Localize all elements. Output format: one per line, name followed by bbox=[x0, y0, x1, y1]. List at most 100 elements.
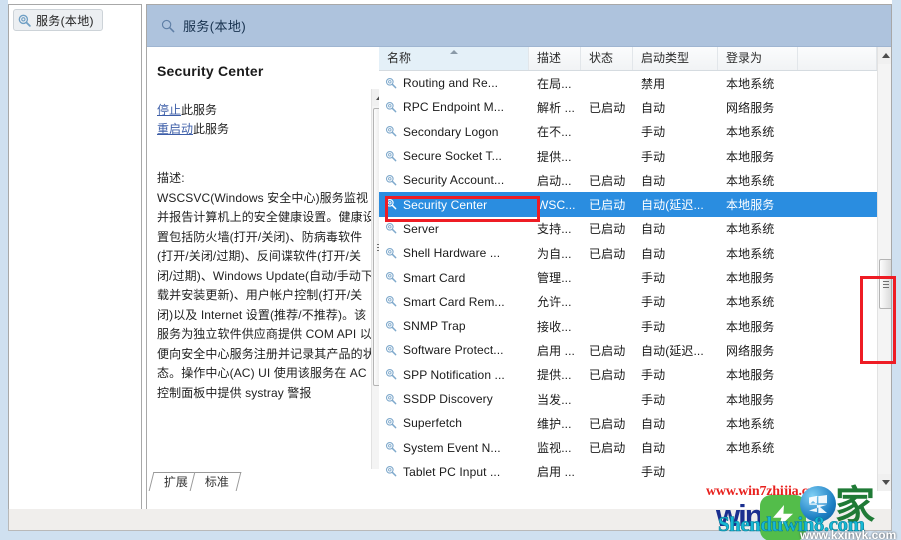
list-column-headers: 名称 描述 状态 启动类型 登录为 bbox=[379, 47, 891, 71]
cell-startup: 手动 bbox=[641, 465, 666, 480]
cell-startup: 手动 bbox=[641, 392, 666, 407]
stop-service-link[interactable]: 停止此服务 bbox=[157, 101, 229, 120]
list-scroll-up-button[interactable] bbox=[878, 47, 891, 64]
service-name-label: Security Center bbox=[403, 197, 488, 212]
cell-name: SSDP Discovery bbox=[379, 392, 529, 406]
service-name-label: SNMP Trap bbox=[403, 319, 466, 334]
table-row[interactable]: Tablet PC Input ... 启用 ... 手动 bbox=[379, 460, 891, 484]
tab-standard[interactable]: 标准 bbox=[189, 472, 242, 491]
service-name-label: Secondary Logon bbox=[403, 124, 499, 139]
service-gear-icon bbox=[385, 222, 398, 235]
cell-name: SPP Notification ... bbox=[379, 368, 529, 382]
table-row[interactable]: Secondary Logon 在不... 手动 本地系统 bbox=[379, 120, 891, 144]
column-header-启动类型[interactable]: 启动类型 bbox=[633, 47, 718, 70]
service-gear-icon bbox=[385, 295, 398, 308]
cell-startup: 自动(延迟... bbox=[641, 198, 704, 213]
service-name-label: Server bbox=[403, 221, 439, 236]
table-row[interactable]: SSDP Discovery 当发... 手动 本地服务 bbox=[379, 387, 891, 411]
service-gear-icon bbox=[385, 344, 398, 357]
cell-logon: 本地系统 bbox=[726, 441, 775, 456]
cell-startup: 自动(延迟... bbox=[641, 343, 704, 358]
cell-status: 已启动 bbox=[589, 246, 626, 261]
cell-startup: 手动 bbox=[641, 368, 666, 383]
table-row[interactable]: Superfetch 维护... 已启动 自动 本地系统 bbox=[379, 411, 891, 435]
cell-desc: 在不... bbox=[537, 125, 572, 140]
cell-desc: 监视... bbox=[537, 441, 572, 456]
table-row[interactable]: Routing and Re... 在局... 禁用 本地系统 bbox=[379, 71, 891, 95]
description-text: WSCSVC(Windows 安全中心)服务监视并报告计算机上的安全健康设置。健… bbox=[157, 190, 375, 400]
restart-service-link-rest: 此服务 bbox=[193, 122, 230, 136]
window-frame-right bbox=[892, 0, 901, 540]
table-row[interactable]: SPP Notification ... 提供... 已启动 手动 本地服务 bbox=[379, 363, 891, 387]
cell-logon: 本地系统 bbox=[726, 76, 775, 91]
service-name-label: SPP Notification ... bbox=[403, 367, 505, 382]
cell-desc: 解析 ... bbox=[537, 100, 575, 115]
service-name-label: Tablet PC Input ... bbox=[403, 464, 501, 479]
cell-desc: 启用 ... bbox=[537, 465, 575, 480]
cell-status: 已启动 bbox=[589, 441, 626, 456]
cell-logon: 本地服务 bbox=[726, 271, 775, 286]
table-row[interactable]: Server 支持... 已启动 自动 本地系统 bbox=[379, 217, 891, 241]
service-name-label: Routing and Re... bbox=[403, 76, 499, 91]
table-row[interactable]: RPC Endpoint M... 解析 ... 已启动 自动 网络服务 bbox=[379, 95, 891, 119]
cell-logon: 本地系统 bbox=[726, 222, 775, 237]
column-header-状态[interactable]: 状态 bbox=[581, 47, 633, 70]
cell-startup: 自动 bbox=[641, 441, 666, 456]
cell-name: Secondary Logon bbox=[379, 125, 529, 139]
cell-status: 已启动 bbox=[589, 368, 626, 383]
service-gear-icon bbox=[385, 101, 398, 114]
cell-startup: 自动 bbox=[641, 173, 666, 188]
chevron-up-icon bbox=[882, 53, 890, 58]
table-row[interactable]: Software Protect... 启用 ... 已启动 自动(延迟... 网络服务 bbox=[379, 338, 891, 362]
restart-service-link[interactable]: 重启动此服务 bbox=[157, 120, 229, 139]
table-row[interactable]: Security Account... 启动... 已启动 自动 本地系统 bbox=[379, 168, 891, 192]
service-name-label: Security Account... bbox=[403, 173, 505, 188]
tree-item-services-local[interactable]: 服务(本地) bbox=[13, 9, 103, 31]
service-name-label: Superfetch bbox=[403, 416, 463, 431]
table-row[interactable]: Smart Card 管理... 手动 本地服务 bbox=[379, 265, 891, 289]
cell-logon: 本地服务 bbox=[726, 392, 775, 407]
cell-name: Server bbox=[379, 222, 529, 236]
cell-name: Routing and Re... bbox=[379, 76, 529, 90]
table-row[interactable]: Security Center WSC... 已启动 自动(延迟... 本地服务 bbox=[379, 192, 891, 217]
cell-startup: 自动 bbox=[641, 100, 666, 115]
cell-desc: 支持... bbox=[537, 222, 572, 237]
cell-name: Superfetch bbox=[379, 416, 529, 430]
list-scrollbar[interactable] bbox=[877, 47, 891, 491]
cell-logon: 本地系统 bbox=[726, 246, 775, 261]
sort-ascending-icon bbox=[449, 50, 458, 54]
table-row[interactable]: Smart Card Rem... 允许... 手动 本地系统 bbox=[379, 290, 891, 314]
service-gear-icon bbox=[385, 150, 398, 163]
table-row[interactable]: System Event N... 监视... 已启动 自动 本地系统 bbox=[379, 435, 891, 459]
column-header-blank[interactable] bbox=[798, 47, 877, 70]
column-header-描述[interactable]: 描述 bbox=[529, 47, 581, 70]
cell-desc: 接收... bbox=[537, 319, 572, 334]
cell-logon: 本地系统 bbox=[726, 416, 775, 431]
detail-view-tabs: 扩展 标准 bbox=[147, 469, 387, 491]
cell-startup: 禁用 bbox=[641, 76, 666, 91]
service-name-label: System Event N... bbox=[403, 440, 501, 455]
service-gear-icon bbox=[385, 198, 398, 211]
list-scroll-down-button[interactable] bbox=[878, 474, 891, 491]
cell-status: 已启动 bbox=[589, 173, 626, 188]
description-label: 描述: bbox=[157, 171, 185, 185]
list-scroll-thumb[interactable] bbox=[879, 259, 891, 309]
cell-name: Smart Card bbox=[379, 271, 529, 285]
column-header-登录为[interactable]: 登录为 bbox=[718, 47, 798, 70]
page-title: Security Center bbox=[157, 63, 264, 79]
cell-name: Shell Hardware ... bbox=[379, 246, 529, 260]
table-row[interactable]: SNMP Trap 接收... 手动 本地服务 bbox=[379, 314, 891, 338]
grip-icon bbox=[883, 280, 889, 288]
table-row[interactable]: Shell Hardware ... 为自... 已启动 自动 本地系统 bbox=[379, 241, 891, 265]
cell-status: 已启动 bbox=[589, 343, 626, 358]
services-list: 名称 描述 状态 启动类型 登录为 Routing and Re... 在局... 禁用 本地… bbox=[379, 47, 891, 491]
service-description: 描述: WSCSVC(Windows 安全中心)服务监视并报告计算机上的安全健康… bbox=[157, 169, 375, 403]
table-row[interactable]: Secure Socket T... 提供... 手动 本地服务 bbox=[379, 144, 891, 168]
column-header-名称[interactable]: 名称 bbox=[379, 47, 529, 70]
cell-logon: 本地系统 bbox=[726, 173, 775, 188]
tab-extended-label: 扩展 bbox=[163, 475, 188, 489]
window-frame-left bbox=[0, 0, 8, 540]
service-gear-icon bbox=[385, 393, 398, 406]
stop-service-link-rest: 此服务 bbox=[181, 103, 218, 117]
cell-logon: 本地服务 bbox=[726, 368, 775, 383]
